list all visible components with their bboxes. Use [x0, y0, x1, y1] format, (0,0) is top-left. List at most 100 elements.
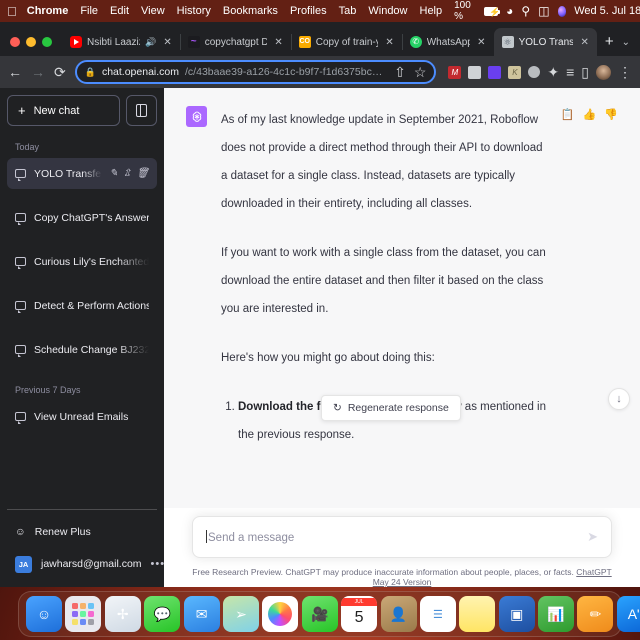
- dock-icon-notes[interactable]: [459, 596, 496, 632]
- menubar-clock[interactable]: Wed 5. Jul 18:32: [574, 5, 640, 17]
- new-chat-button[interactable]: + New chat: [7, 95, 120, 126]
- copy-icon[interactable]: 📋: [561, 108, 575, 449]
- chat-bubble-icon: [15, 213, 26, 225]
- web-page: + New chat Today YOLO Transfer Learn ✎: [0, 88, 640, 587]
- dock-icon-reminders[interactable]: ☰: [419, 596, 456, 632]
- sidebar-footer: ☺ Renew Plus JA jawharsd@gmail.com •••: [7, 509, 164, 580]
- chat-history-item-5[interactable]: View Unread Emails: [7, 401, 157, 432]
- browser-tab-1[interactable]: ~ copychatgpt Data ✕: [179, 28, 291, 56]
- chat-history-item-2[interactable]: Curious Lily's Enchanted Adve: [7, 246, 157, 277]
- close-window-button[interactable]: [10, 37, 20, 47]
- renew-plus-button[interactable]: ☺ Renew Plus: [7, 516, 157, 548]
- menubar-item-bookmarks[interactable]: Bookmarks: [223, 5, 278, 17]
- mute-tab-icon[interactable]: 🔊: [145, 37, 156, 48]
- puzzle-piece-icon[interactable]: ✦: [547, 65, 559, 79]
- dock-icon-maps[interactable]: ➢: [222, 596, 259, 632]
- close-tab-button[interactable]: ✕: [578, 37, 590, 48]
- regenerate-response-button[interactable]: ↻ Regenerate response: [321, 395, 461, 421]
- dock-icon-contacts[interactable]: 👤: [380, 596, 417, 632]
- spotlight-search-icon[interactable]: ⚲: [521, 5, 530, 17]
- menubar-item-view[interactable]: View: [141, 5, 165, 17]
- address-bar[interactable]: 🔒 chat.openai.com /c/43baae39-a126-4c1c-…: [74, 60, 437, 84]
- new-chat-label: New chat: [33, 104, 80, 117]
- dock-icon-numbers[interactable]: 📊: [538, 596, 575, 632]
- menubar-item-help[interactable]: Help: [420, 5, 443, 17]
- dock-icon-launchpad[interactable]: [65, 596, 102, 632]
- delete-icon[interactable]: 🗑: [136, 168, 149, 179]
- dock-icon-safari[interactable]: ✢: [104, 596, 141, 632]
- browser-tab-3[interactable]: ✆ WhatsApp ✕: [401, 28, 494, 56]
- side-panel-icon[interactable]: ▯: [581, 65, 589, 79]
- extension-icon-tan[interactable]: K: [508, 65, 522, 79]
- siri-icon[interactable]: [557, 5, 567, 17]
- tab-search-chevron-down-icon[interactable]: ⌄: [622, 37, 640, 56]
- collapse-sidebar-button[interactable]: [126, 95, 157, 126]
- extension-icon-red[interactable]: M: [448, 65, 462, 79]
- dock-icon-appstore[interactable]: A": [616, 596, 640, 632]
- browser-tab-title: WhatsApp: [426, 36, 471, 48]
- dock-icon-calendar[interactable]: JUL 5: [341, 596, 378, 632]
- text-caret: [206, 530, 207, 543]
- extension-icon-circle[interactable]: [528, 66, 541, 78]
- dock-icon-mail[interactable]: ✉: [183, 596, 220, 632]
- account-row[interactable]: JA jawharsd@gmail.com •••: [7, 548, 164, 580]
- message-composer[interactable]: Send a message ➤: [192, 516, 612, 558]
- chat-bubble-icon: [15, 412, 26, 424]
- menubar-item-window[interactable]: Window: [368, 5, 407, 17]
- dock-icon-pages[interactable]: ✏: [577, 596, 614, 632]
- close-tab-button[interactable]: ✕: [161, 37, 173, 48]
- send-button[interactable]: ➤: [587, 529, 598, 545]
- close-tab-button[interactable]: ✕: [383, 37, 395, 48]
- apple-logo-icon[interactable]: : [7, 5, 17, 18]
- extension-icon-gray[interactable]: [468, 65, 482, 79]
- battery-percent-label: 100 %: [444, 0, 471, 22]
- maximize-window-button[interactable]: [42, 37, 52, 47]
- wifi-icon[interactable]: ◕: [506, 5, 513, 17]
- minimize-window-button[interactable]: [26, 37, 36, 47]
- extension-icon-purple[interactable]: [488, 65, 502, 79]
- profile-avatar[interactable]: [596, 64, 611, 80]
- chat-history-item-3[interactable]: Detect & Perform Actions.: [7, 290, 157, 321]
- new-tab-button[interactable]: +: [597, 33, 622, 56]
- control-center-icon[interactable]: ◫: [538, 5, 549, 17]
- browser-tab-4-active[interactable]: ⚛ YOLO Transfer Le ✕: [493, 28, 597, 56]
- scroll-to-bottom-button[interactable]: ↓: [608, 388, 630, 410]
- menubar-item-history[interactable]: History: [177, 5, 211, 17]
- sidebar-panel-icon: [136, 104, 147, 117]
- dock-icon-photos[interactable]: [262, 596, 299, 632]
- forward-arrow-icon[interactable]: →: [31, 65, 45, 79]
- menubar-item-file[interactable]: File: [80, 5, 98, 17]
- calendar-month-label: JUL: [341, 598, 378, 606]
- menubar-item-edit[interactable]: Edit: [110, 5, 129, 17]
- dock-icon-facetime[interactable]: 🎥: [301, 596, 338, 632]
- close-tab-button[interactable]: ✕: [475, 37, 487, 48]
- reading-list-icon[interactable]: ≡: [566, 65, 574, 79]
- renew-plus-label: Renew Plus: [34, 526, 91, 538]
- dock-icon-keynote[interactable]: ▣: [498, 596, 535, 632]
- close-tab-button[interactable]: ✕: [272, 37, 284, 48]
- chatgpt-avatar-icon: [186, 106, 207, 127]
- chat-history-item-1[interactable]: Copy ChatGPT's Answer: [7, 202, 157, 233]
- back-arrow-icon[interactable]: ←: [8, 65, 22, 79]
- share-icon[interactable]: ⇫: [123, 168, 131, 179]
- bookmark-star-icon[interactable]: ☆: [414, 65, 427, 79]
- share-icon[interactable]: ⇧: [394, 65, 406, 79]
- account-menu-icon[interactable]: •••: [151, 558, 166, 570]
- reload-icon[interactable]: ⟳: [54, 65, 66, 79]
- chrome-menu-icon[interactable]: ⋮: [618, 65, 632, 79]
- menubar-item-chrome[interactable]: Chrome: [27, 5, 69, 17]
- thumbs-up-icon[interactable]: 👍: [583, 108, 597, 449]
- browser-tab-2[interactable]: CO Copy of train-yol ✕: [290, 28, 402, 56]
- battery-charging-icon[interactable]: ⚡: [484, 6, 501, 17]
- menubar-item-profiles[interactable]: Profiles: [290, 5, 327, 17]
- chat-history-list[interactable]: Today YOLO Transfer Learn ✎ ⇫ 🗑 Copy Cha…: [7, 135, 157, 509]
- edit-icon[interactable]: ✎: [110, 168, 118, 179]
- browser-tab-0[interactable]: Nsibti Laaziz 🔊 ✕: [62, 28, 180, 56]
- chat-history-item-4[interactable]: Schedule Change BJ232 TUN-: [7, 334, 157, 365]
- search-input-wrapper[interactable]: Send a message: [206, 530, 587, 544]
- chat-history-item-0[interactable]: YOLO Transfer Learn ✎ ⇫ 🗑: [7, 158, 157, 189]
- dock-icon-finder[interactable]: ☺: [26, 596, 62, 632]
- menubar-item-tab[interactable]: Tab: [339, 5, 357, 17]
- chat-history-label: Schedule Change BJ232 TUN-: [34, 343, 149, 356]
- dock-icon-messages[interactable]: 💬: [144, 596, 181, 632]
